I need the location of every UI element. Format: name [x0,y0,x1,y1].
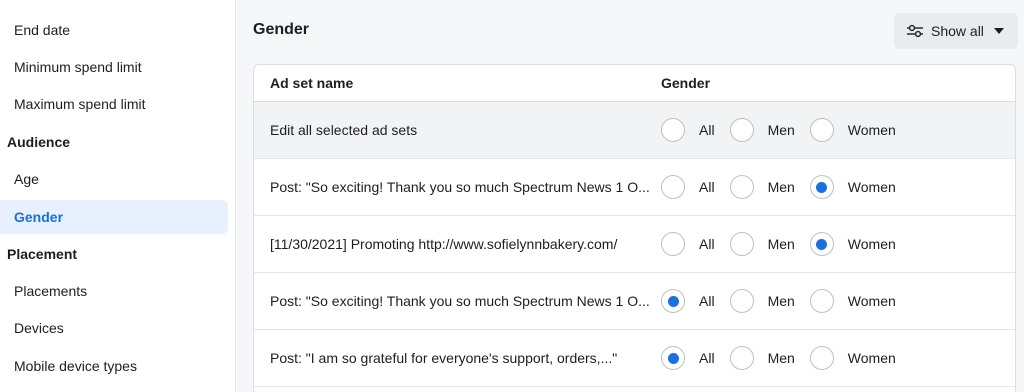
ad-set-name: [11/30/2021] Promoting http://www.sofiel… [270,236,618,252]
radio-women[interactable] [809,175,834,199]
main-panel: Gender Show all Ad set name Gender Edit … [237,0,1024,392]
gender-options: All Men Women [661,232,1015,256]
table-row: Post: "So exciting! Thank you so much Sp… [254,159,1015,216]
settings-sidebar: End date Minimum spend limit Maximum spe… [0,0,236,392]
ad-set-name: Post: "So exciting! Thank you so much Sp… [270,179,650,195]
column-header-ad-set-name: Ad set name [270,75,354,91]
radio-label: Men [767,350,795,366]
radio-label: All [699,122,715,138]
gender-option-women[interactable]: Women [809,175,896,199]
caret-down-icon [993,28,1004,34]
gender-option-all[interactable]: All [661,346,715,370]
table-row: Post: "So exciting! Thank you so much Sp… [254,273,1015,330]
radio-label: All [699,236,715,252]
filter-sliders-icon [907,24,923,38]
radio-men[interactable] [729,232,754,256]
gender-option-all[interactable]: All [661,175,715,199]
radio-label: Women [847,179,896,195]
ad-set-name: Edit all selected ad sets [270,122,418,138]
gender-option-women[interactable]: Women [809,118,896,142]
gender-option-men[interactable]: Men [729,175,795,199]
gender-option-men[interactable]: Men [729,346,795,370]
gender-option-women[interactable]: Women [809,289,896,313]
radio-selected-dot [816,238,828,250]
table-row: [11/30/2021] Promoting http://www.sofiel… [254,216,1015,273]
gender-option-all[interactable]: All [661,232,715,256]
show-all-label: Show all [931,23,984,39]
table-body: Edit all selected ad sets All Men Women Post… [254,102,1015,387]
edit-all-row: Edit all selected ad sets All Men Women [254,102,1015,159]
gender-option-men[interactable]: Men [729,232,795,256]
gender-option-women[interactable]: Women [809,346,896,370]
radio-all[interactable] [661,232,685,256]
radio-label: Women [847,236,896,252]
radio-all[interactable] [661,346,685,370]
radio-selected-dot [667,352,679,364]
gender-option-all[interactable]: All [661,118,715,142]
radio-men[interactable] [729,175,754,199]
radio-all[interactable] [661,118,685,142]
radio-label: Men [767,122,795,138]
radio-label: All [699,293,715,309]
gender-option-women[interactable]: Women [809,232,896,256]
table-header: Ad set name Gender [254,65,1015,102]
radio-women[interactable] [809,289,834,313]
sidebar-item-devices[interactable]: Devices [0,311,228,345]
radio-label: Men [767,179,795,195]
radio-label: All [699,350,715,366]
radio-label: Women [847,293,896,309]
radio-selected-dot [667,295,679,307]
gender-option-all[interactable]: All [661,289,715,313]
radio-label: Men [767,293,795,309]
gender-options: All Men Women [661,118,1015,142]
gender-options: All Men Women [661,346,1015,370]
table-row: Post: "I am so grateful for everyone's s… [254,330,1015,387]
radio-men[interactable] [729,346,754,370]
radio-men[interactable] [729,118,754,142]
gender-options: All Men Women [661,289,1015,313]
radio-label: All [699,179,715,195]
sidebar-item-maximum-spend-limit[interactable]: Maximum spend limit [0,87,228,121]
column-header-gender: Gender [661,75,711,91]
ad-set-name: Post: "So exciting! Thank you so much Sp… [270,293,650,309]
gender-options: All Men Women [661,175,1015,199]
radio-label: Women [847,122,896,138]
sidebar-item-end-date[interactable]: End date [0,13,228,47]
radio-selected-dot [816,181,828,193]
gender-option-men[interactable]: Men [729,118,795,142]
radio-label: Women [847,350,896,366]
sidebar-item-gender[interactable]: Gender [0,200,228,234]
sidebar-item-minimum-spend-limit[interactable]: Minimum spend limit [0,50,228,84]
radio-all[interactable] [661,175,685,199]
sidebar-item-age[interactable]: Age [0,162,228,196]
radio-all[interactable] [661,289,685,313]
gender-table: Ad set name Gender Edit all selected ad … [253,64,1016,392]
radio-women[interactable] [809,118,834,142]
ad-set-name: Post: "I am so grateful for everyone's s… [270,350,618,366]
page-title: Gender [253,21,310,38]
radio-women[interactable] [809,232,834,256]
sidebar-item-placements[interactable]: Placements [0,274,228,308]
radio-women[interactable] [809,346,834,370]
gender-option-men[interactable]: Men [729,289,795,313]
radio-label: Men [767,236,795,252]
show-all-button[interactable]: Show all [894,13,1018,49]
radio-men[interactable] [729,289,754,313]
sidebar-section-audience: Audience [7,134,71,150]
sidebar-section-placement: Placement [7,246,78,262]
sidebar-item-mobile-device-types[interactable]: Mobile device types [0,349,228,383]
